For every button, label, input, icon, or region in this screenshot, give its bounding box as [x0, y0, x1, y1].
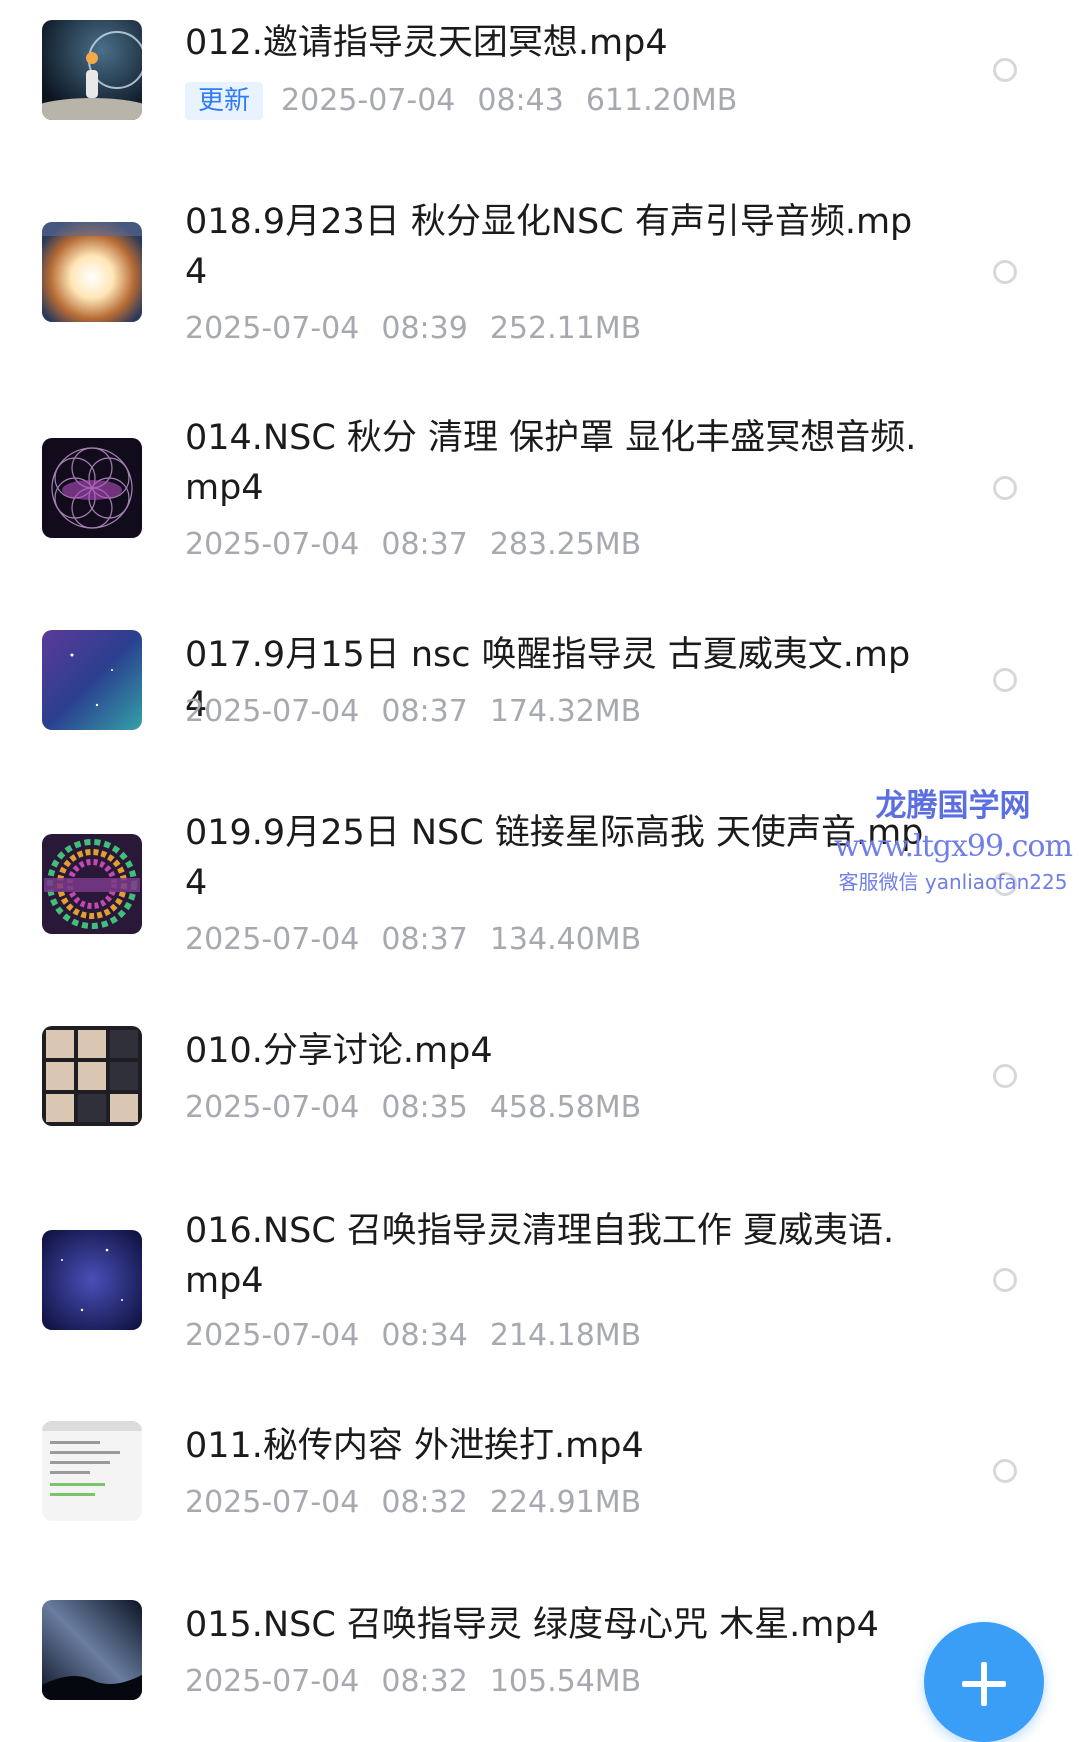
file-meta: 2025-07-04 08:34 214.18MB	[185, 1316, 641, 1356]
file-meta: 2025-07-04 08:35 458.58MB	[185, 1088, 641, 1128]
file-size: 105.54MB	[489, 1664, 642, 1699]
file-name: 012.邀请指导灵天团冥想.mp4	[185, 23, 668, 63]
video-thumbnail	[42, 1026, 142, 1126]
file-time: 08:39	[381, 311, 468, 346]
file-name: 014.NSC 秋分 清理 保护罩 显化丰盛冥想音频.mp4	[185, 418, 917, 508]
file-date: 2025-07-04	[185, 1090, 360, 1125]
file-name: 015.NSC 召唤指导灵 绿度母心咒 木星.mp4	[185, 1605, 879, 1645]
select-radio[interactable]	[993, 1268, 1017, 1292]
file-size: 252.11MB	[489, 311, 642, 346]
document-screen-icon	[42, 1421, 142, 1521]
milky-way-icon	[42, 1600, 142, 1700]
file-size: 224.91MB	[489, 1485, 642, 1520]
file-meta: 2025-07-04 08:37 174.32MB	[185, 692, 641, 732]
file-time: 08:35	[381, 1090, 468, 1125]
file-date: 2025-07-04	[185, 527, 360, 562]
update-badge: 更新	[185, 82, 264, 120]
file-name: 011.秘传内容 外泄挨打.mp4	[185, 1426, 644, 1466]
select-radio[interactable]	[993, 1459, 1017, 1483]
file-date: 2025-07-04	[185, 922, 360, 957]
video-thumbnail	[42, 834, 142, 934]
file-name: 016.NSC 召唤指导灵清理自我工作 夏威夷语.mp4	[185, 1211, 895, 1301]
cosmic-light-icon	[42, 222, 142, 322]
file-size: 174.32MB	[489, 694, 642, 729]
video-thumbnail	[42, 222, 142, 322]
file-meta: 2025-07-04 08:37 134.40MB	[185, 920, 641, 960]
file-time: 08:37	[381, 527, 468, 562]
video-thumbnail	[42, 20, 142, 120]
select-radio[interactable]	[993, 58, 1017, 82]
select-radio[interactable]	[993, 1064, 1017, 1088]
file-size: 134.40MB	[489, 922, 642, 957]
file-date: 2025-07-04	[185, 311, 360, 346]
select-radio[interactable]	[993, 476, 1017, 500]
file-meta: 2025-07-04 08:39 252.11MB	[185, 309, 641, 349]
file-name: 019.9月25日 NSC 链接星际高我 天使声音.mp4	[185, 813, 924, 903]
file-meta: 2025-07-04 08:37 283.25MB	[185, 525, 641, 565]
video-call-grid-icon	[42, 1026, 142, 1126]
plus-icon	[962, 1662, 1006, 1706]
select-radio[interactable]	[993, 872, 1017, 896]
file-time: 08:32	[381, 1485, 468, 1520]
file-date: 2025-07-04	[185, 694, 360, 729]
file-date: 2025-07-04	[185, 1664, 360, 1699]
file-name: 010.分享讨论.mp4	[185, 1031, 493, 1071]
add-button[interactable]	[924, 1622, 1044, 1742]
nebula-icon	[42, 630, 142, 730]
select-radio[interactable]	[993, 668, 1017, 692]
select-radio[interactable]	[993, 260, 1017, 284]
file-meta: 2025-07-04 08:32 224.91MB	[185, 1483, 641, 1523]
file-time: 08:32	[381, 1664, 468, 1699]
file-time: 08:34	[381, 1318, 468, 1353]
file-date: 2025-07-04	[185, 1485, 360, 1520]
file-time: 08:37	[381, 922, 468, 957]
file-size: 611.20MB	[585, 83, 738, 118]
video-thumbnail	[42, 438, 142, 538]
mandala-icon	[42, 834, 142, 934]
starfield-icon	[42, 1230, 142, 1330]
video-thumbnail	[42, 630, 142, 730]
file-size: 214.18MB	[489, 1318, 642, 1353]
file-size: 283.25MB	[489, 527, 642, 562]
file-name: 018.9月23日 秋分显化NSC 有声引导音频.mp4	[185, 202, 913, 292]
file-date: 2025-07-04	[185, 1318, 360, 1353]
file-meta: 2025-07-04 08:32 105.54MB	[185, 1662, 641, 1702]
file-size: 458.58MB	[489, 1090, 642, 1125]
sacred-geometry-icon	[42, 438, 142, 538]
file-time: 08:37	[381, 694, 468, 729]
file-meta: 更新 2025-07-04 08:43 611.20MB	[185, 81, 737, 121]
video-thumbnail	[42, 1230, 142, 1330]
file-time: 08:43	[477, 83, 564, 118]
astronaut-moon-icon	[42, 20, 142, 120]
file-date: 2025-07-04	[281, 83, 456, 118]
video-thumbnail	[42, 1421, 142, 1521]
video-thumbnail	[42, 1600, 142, 1700]
